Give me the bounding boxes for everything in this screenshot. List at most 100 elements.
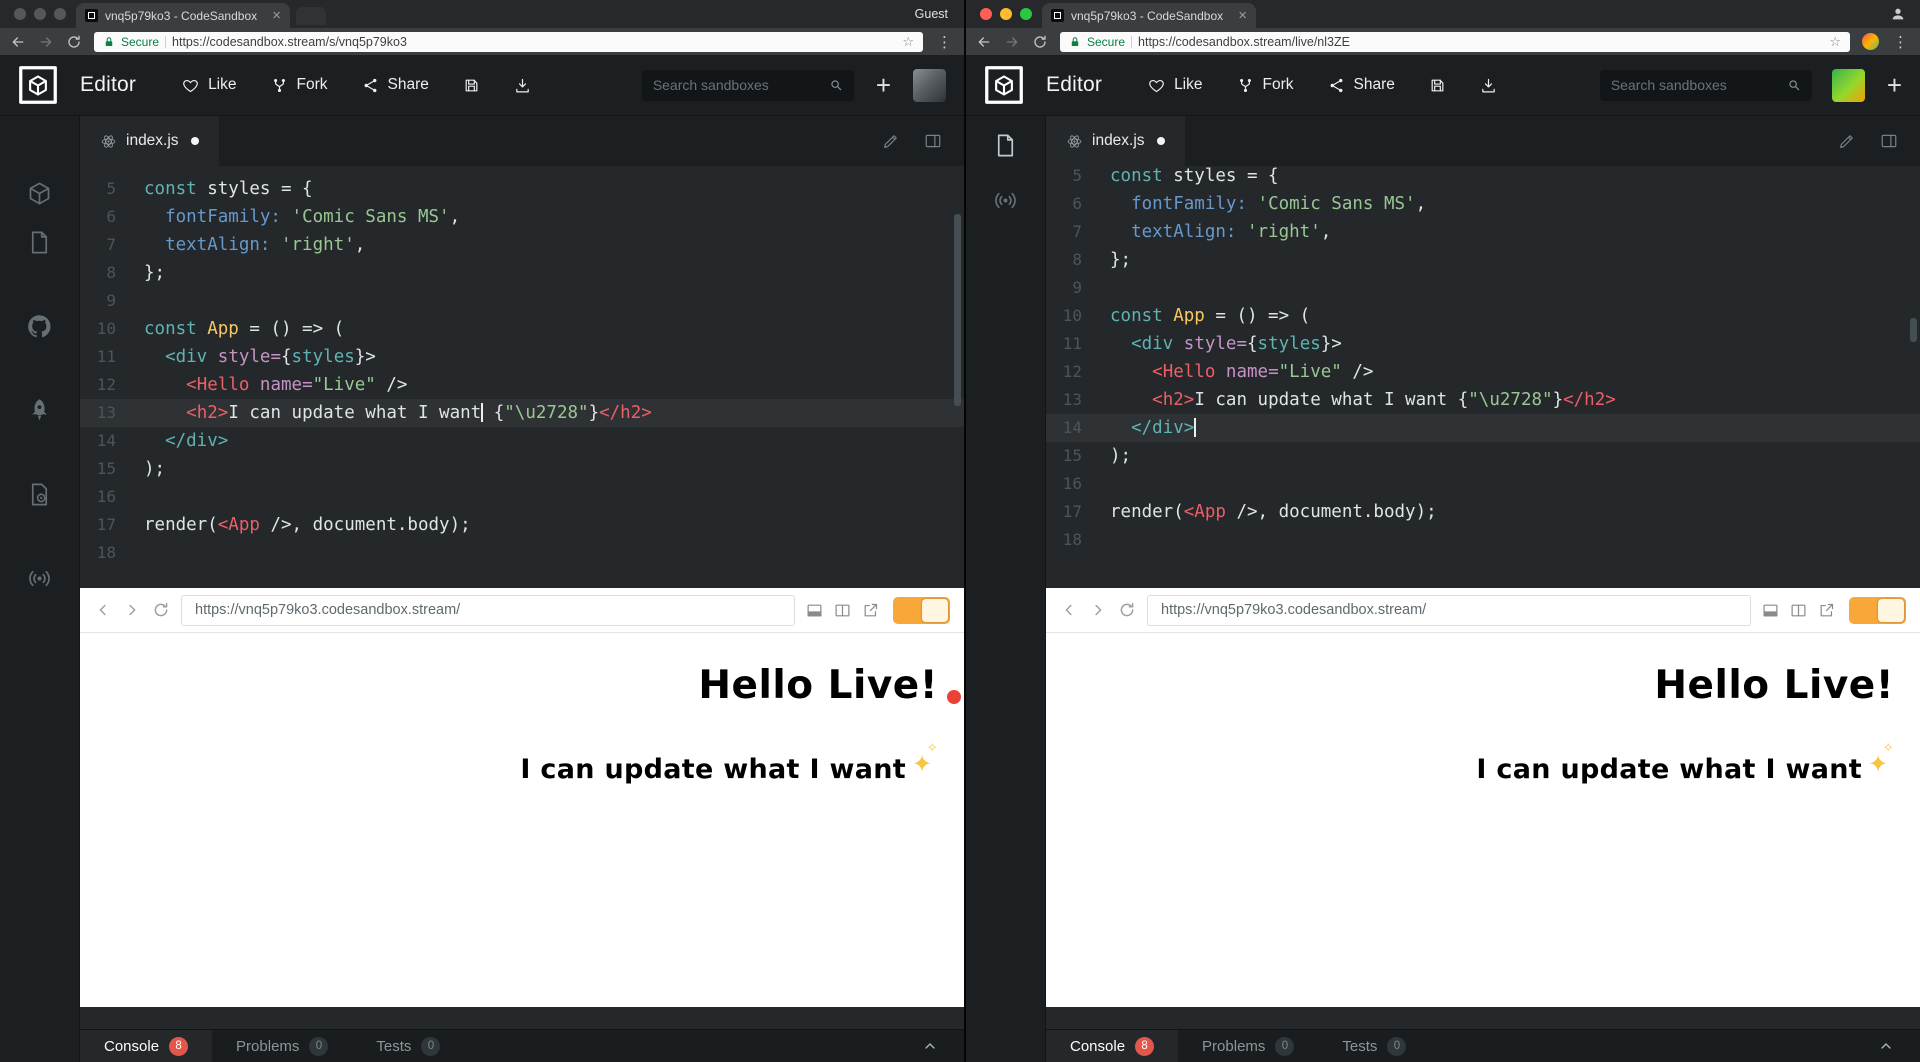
code-line-17[interactable]: 17render(<App />, document.body);: [1046, 498, 1920, 526]
editor-scrollbar[interactable]: [954, 214, 961, 406]
address-bar[interactable]: Secure https://codesandbox.stream/s/vnq5…: [94, 32, 923, 52]
fork-button[interactable]: Fork: [271, 76, 328, 94]
live-broadcast-icon[interactable]: [992, 187, 1019, 214]
forward-button[interactable]: [1004, 34, 1020, 50]
window-controls[interactable]: [974, 8, 1042, 20]
code-line-8[interactable]: 8};: [80, 259, 964, 287]
code-editor[interactable]: 5const styles = {6 fontFamily: 'Comic Sa…: [80, 175, 964, 567]
reload-button[interactable]: [66, 34, 82, 50]
window-controls[interactable]: [8, 8, 76, 20]
back-button[interactable]: [976, 34, 992, 50]
dock-bottom-icon[interactable]: [1762, 602, 1779, 619]
problems-tab[interactable]: Problems 0: [1178, 1030, 1318, 1062]
codesandbox-logo[interactable]: [984, 65, 1024, 105]
code-line-18[interactable]: 18: [1046, 526, 1920, 554]
code-line-12[interactable]: 12 <Hello name="Live" />: [80, 371, 964, 399]
minimize-window-icon[interactable]: [1000, 8, 1012, 20]
code-line-15[interactable]: 15);: [1046, 442, 1920, 470]
preview-url-input[interactable]: [1147, 595, 1751, 626]
fork-button[interactable]: Fork: [1237, 76, 1294, 94]
share-button[interactable]: Share: [362, 76, 429, 94]
share-button[interactable]: Share: [1328, 76, 1395, 94]
like-button[interactable]: Like: [182, 76, 236, 94]
code-line-5[interactable]: 5const styles = {: [80, 175, 964, 203]
sandbox-info-icon[interactable]: [26, 180, 53, 207]
deployment-rocket-icon[interactable]: [26, 397, 53, 424]
code-line-17[interactable]: 17render(<App />, document.body);: [80, 511, 964, 539]
code-line-6[interactable]: 6 fontFamily: 'Comic Sans MS',: [1046, 190, 1920, 218]
console-tab[interactable]: Console 8: [1046, 1030, 1178, 1062]
maximize-window-icon[interactable]: [1020, 8, 1032, 20]
code-line-9[interactable]: 9: [1046, 274, 1920, 302]
tab-index-js[interactable]: index.js: [1046, 116, 1185, 166]
create-sandbox-button[interactable]: +: [876, 72, 891, 98]
github-icon[interactable]: [26, 313, 53, 340]
preview-forward-icon[interactable]: [123, 601, 141, 619]
live-broadcast-icon[interactable]: [26, 565, 53, 592]
profile-person-icon[interactable]: [1890, 6, 1906, 22]
file-explorer-icon[interactable]: [992, 132, 1019, 159]
split-view-icon[interactable]: [834, 602, 851, 619]
reload-button[interactable]: [1032, 34, 1048, 50]
chrome-profile-avatar[interactable]: [1862, 33, 1879, 50]
browser-tab[interactable]: vnq5p79ko3 - CodeSandbox ×: [76, 3, 290, 28]
search-sandboxes[interactable]: [642, 70, 854, 101]
code-line-9[interactable]: 9: [80, 287, 964, 315]
create-sandbox-button[interactable]: +: [1887, 72, 1902, 98]
preview-url-input[interactable]: [181, 595, 795, 626]
chrome-menu-icon[interactable]: ⋮: [1891, 33, 1910, 51]
preview-forward-icon[interactable]: [1089, 601, 1107, 619]
file-explorer-icon[interactable]: [26, 229, 53, 256]
code-line-13[interactable]: 13 <h2>I can update what I want {"\u2728…: [1046, 386, 1920, 414]
code-line-14[interactable]: 14 </div>: [80, 427, 964, 455]
tab-close-icon[interactable]: ×: [272, 8, 281, 23]
tests-tab[interactable]: Tests 0: [352, 1030, 464, 1062]
browser-tab[interactable]: vnq5p79ko3 - CodeSandbox ×: [1042, 3, 1256, 28]
config-file-icon[interactable]: [26, 481, 53, 508]
code-line-12[interactable]: 12 <Hello name="Live" />: [1046, 358, 1920, 386]
console-tab[interactable]: Console 8: [80, 1030, 212, 1062]
problems-tab[interactable]: Problems 0: [212, 1030, 352, 1062]
code-line-7[interactable]: 7 textAlign: 'right',: [80, 231, 964, 259]
search-input[interactable]: [653, 77, 821, 93]
code-line-16[interactable]: 16: [1046, 470, 1920, 498]
expand-panel-chevron-icon[interactable]: [1878, 1038, 1894, 1054]
code-line-16[interactable]: 16: [80, 483, 964, 511]
save-button[interactable]: [463, 77, 480, 94]
save-button[interactable]: [1429, 77, 1446, 94]
code-line-7[interactable]: 7 textAlign: 'right',: [1046, 218, 1920, 246]
code-line-11[interactable]: 11 <div style={styles}>: [80, 343, 964, 371]
live-preview-toggle[interactable]: [1849, 597, 1906, 624]
address-bar[interactable]: Secure https://codesandbox.stream/live/n…: [1060, 32, 1850, 52]
edit-pencil-icon[interactable]: [1838, 132, 1856, 150]
forward-button[interactable]: [38, 34, 54, 50]
code-line-13[interactable]: 13 <h2>I can update what I want {"\u2728…: [80, 399, 964, 427]
layout-view-icon[interactable]: [1880, 132, 1898, 150]
split-view-icon[interactable]: [1790, 602, 1807, 619]
user-avatar[interactable]: [1832, 69, 1865, 102]
bookmark-star-icon[interactable]: ☆: [1829, 34, 1841, 50]
bookmark-star-icon[interactable]: ☆: [902, 34, 914, 50]
code-line-14[interactable]: 14 </div>: [1046, 414, 1920, 442]
search-sandboxes[interactable]: [1600, 70, 1812, 101]
download-button[interactable]: [1480, 77, 1497, 94]
preview-back-icon[interactable]: [94, 601, 112, 619]
editor-scrollbar[interactable]: [1910, 318, 1917, 342]
code-line-10[interactable]: 10const App = () => (: [80, 315, 964, 343]
close-window-icon[interactable]: [980, 8, 992, 20]
code-line-10[interactable]: 10const App = () => (: [1046, 302, 1920, 330]
code-editor[interactable]: 5const styles = {6 fontFamily: 'Comic Sa…: [1046, 166, 1920, 554]
code-line-6[interactable]: 6 fontFamily: 'Comic Sans MS',: [80, 203, 964, 231]
code-area[interactable]: 5const styles = {6 fontFamily: 'Comic Sa…: [80, 166, 964, 588]
expand-panel-chevron-icon[interactable]: [922, 1038, 938, 1054]
new-tab-button[interactable]: [296, 7, 326, 25]
preview-back-icon[interactable]: [1060, 601, 1078, 619]
layout-view-icon[interactable]: [924, 132, 942, 150]
minimize-window-icon[interactable]: [34, 8, 46, 20]
like-button[interactable]: Like: [1148, 76, 1202, 94]
dock-bottom-icon[interactable]: [806, 602, 823, 619]
code-line-5[interactable]: 5const styles = {: [1046, 166, 1920, 190]
chrome-menu-icon[interactable]: ⋮: [935, 33, 954, 51]
maximize-window-icon[interactable]: [54, 8, 66, 20]
close-window-icon[interactable]: [14, 8, 26, 20]
